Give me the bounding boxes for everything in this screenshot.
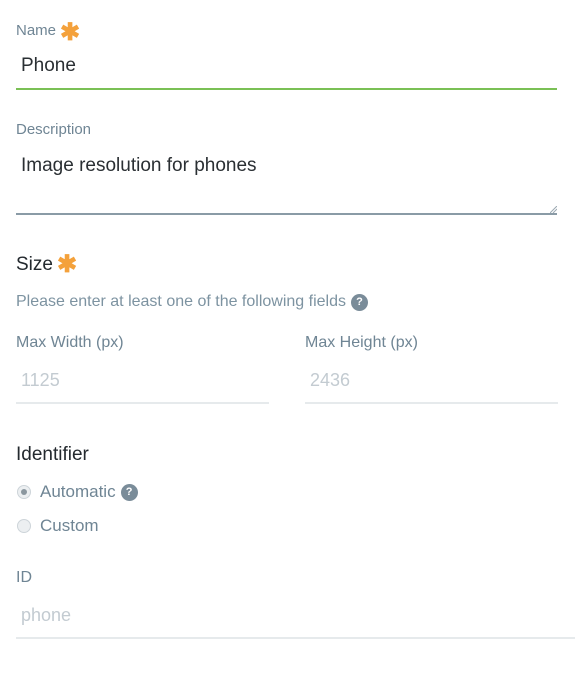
radio-custom[interactable]: Custom [17,516,99,536]
size-heading: Size ✱ [16,251,78,278]
description-label: Description [16,121,92,138]
radio-selected-dot [21,489,27,495]
radio-button-selected[interactable] [17,485,31,499]
radio-automatic-label: Automatic [40,482,116,501]
max-width-underline [16,402,269,404]
radio-custom-label: Custom [40,516,99,535]
name-label-text: Name [16,22,57,39]
id-input[interactable]: phone [21,604,566,626]
max-height-underline [305,402,558,404]
radio-button-unselected[interactable] [17,519,31,533]
resize-handle-icon[interactable] [550,206,557,213]
radio-automatic[interactable]: Automatic ? [17,482,138,502]
name-input[interactable]: Phone [21,55,551,77]
id-label: ID [16,569,32,586]
description-textarea[interactable]: Image resolution for phones [21,155,551,177]
description-textarea-underline [16,213,557,215]
identifier-heading: Identifier [16,444,89,465]
question-mark-icon[interactable]: ? [350,294,368,311]
name-label: Name ✱ [16,19,80,45]
max-height-label: Max Height (px) [305,334,418,351]
question-mark-icon[interactable]: ? [120,483,138,501]
image-size-form: Name ✱ Phone Description Image resolution… [0,0,575,678]
id-input-underline [16,637,575,639]
size-help-text-label: Please enter at least one of the followi… [16,293,346,310]
required-star-icon: ✱ [60,19,81,46]
max-width-label: Max Width (px) [16,334,124,351]
required-star-icon: ✱ [56,251,78,278]
size-help-text: Please enter at least one of the followi… [16,292,368,312]
max-height-input[interactable]: 2436 [310,369,555,391]
max-width-input[interactable]: 1125 [21,369,266,391]
name-input-underline [16,88,557,90]
size-heading-text: Size [16,254,53,275]
